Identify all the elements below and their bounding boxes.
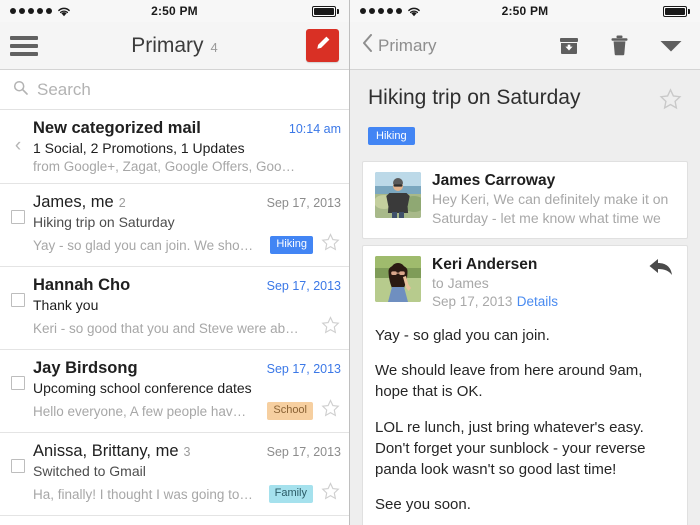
message-count: 2 <box>118 196 126 210</box>
message-recipients: to James <box>432 274 489 291</box>
message-paragraph: Yay - so glad you can join. <box>375 326 550 344</box>
row-snippet: Yay - so glad you can join. We sho… <box>33 237 254 253</box>
compose-button[interactable] <box>306 29 339 62</box>
status-bar-clock: 2:50 PM <box>501 4 549 18</box>
label-chip[interactable]: Hiking <box>270 236 313 254</box>
row-date: Sep 17, 2013 <box>266 445 341 459</box>
star-outline-icon[interactable] <box>319 316 341 340</box>
search-bar[interactable]: Search <box>0 70 349 110</box>
row-lead <box>8 359 28 423</box>
row-checkbox[interactable] <box>11 459 25 473</box>
label-chip[interactable]: School <box>267 402 313 420</box>
row-date: Sep 17, 2013 <box>266 362 341 376</box>
thread-labels: Hiking <box>368 126 682 145</box>
chevron-left-icon <box>362 34 373 57</box>
inbox-title-group: Primary 4 <box>0 34 349 58</box>
row-date: 10:14 am <box>288 122 341 136</box>
archive-icon[interactable] <box>558 36 580 56</box>
status-bar-clock: 2:50 PM <box>151 4 198 18</box>
row-body: Anissa, Brittany, me 3 Sep 17, 2013 Swit… <box>33 442 341 506</box>
back-label: Primary <box>378 35 437 55</box>
message-date: Sep 17, 2013 <box>432 293 513 309</box>
row-snippet: from Google+, Zagat, Google Offers, Goo… <box>33 159 296 174</box>
message-paragraph: See you soon. <box>375 496 471 514</box>
row-snippet: Keri - so good that you and Steve were a… <box>33 320 299 336</box>
list-item[interactable]: James, me 2 Sep 17, 2013 Hiking trip on … <box>0 184 349 267</box>
thread-subject: Hiking trip on Saturday <box>368 86 581 109</box>
inbox-screen: 2:50 PM Primary 4 Search ‹ New categoriz… <box>0 0 350 525</box>
message-count: 3 <box>183 445 191 459</box>
label-chip[interactable]: Family <box>268 485 313 503</box>
row-body: Jay Birdsong Sep 17, 2013 Upcoming schoo… <box>33 359 341 423</box>
star-outline-icon[interactable] <box>319 482 341 506</box>
conversation-actions <box>558 35 688 56</box>
row-subject: Switched to Gmail <box>33 463 146 479</box>
avatar <box>375 172 421 218</box>
search-icon <box>13 80 28 100</box>
status-bar-left: 2:50 PM <box>0 0 349 22</box>
row-date: Sep 17, 2013 <box>266 279 341 293</box>
row-checkbox[interactable] <box>11 293 25 307</box>
row-snippet: Ha, finally! I thought I was going to… <box>33 486 253 502</box>
hamburger-menu-icon[interactable] <box>10 35 38 56</box>
thread-header: Hiking trip on Saturday Hiking <box>350 70 700 155</box>
list-item[interactable]: Anissa, Brittany, me 3 Sep 17, 2013 Swit… <box>0 433 349 516</box>
row-snippet: Hello everyone, A few people hav… <box>33 403 247 419</box>
label-chip[interactable]: Hiking <box>368 127 415 145</box>
status-bar-right: 2:50 PM <box>350 0 700 22</box>
message-preview-line-1: Hey Keri, We can definitely make it on <box>432 191 669 207</box>
message-preview-line-2: Saturday - let me know what time we <box>432 209 661 226</box>
page-title: Primary <box>131 33 204 57</box>
conversation-navbar: Primary <box>350 22 700 70</box>
inbox-navbar: Primary 4 <box>0 22 349 70</box>
back-button[interactable]: Primary <box>362 34 437 57</box>
message-paragraph: We should leave from here around 9am, ho… <box>375 361 643 401</box>
compose-pencil-icon <box>314 35 331 57</box>
chevron-down-icon[interactable] <box>659 39 683 53</box>
row-body: New categorized mail 10:14 am 1 Social, … <box>33 119 341 174</box>
row-checkbox[interactable] <box>11 210 25 224</box>
row-subject: Thank you <box>33 297 99 313</box>
trash-icon[interactable] <box>610 35 629 56</box>
row-subject: Upcoming school conference dates <box>33 380 252 396</box>
reply-arrow-icon[interactable] <box>642 256 675 311</box>
sender-name: Jay Birdsong <box>33 359 138 377</box>
row-subject: 1 Social, 2 Promotions, 1 Updates <box>33 140 245 156</box>
star-outline-icon[interactable] <box>319 233 341 257</box>
search-input[interactable]: Search <box>37 80 91 100</box>
conversation-screen: 2:50 PM Primary Hiking trip on Saturday … <box>350 0 700 525</box>
row-lead <box>8 276 28 340</box>
sender-name: New categorized mail <box>33 119 201 137</box>
message-sender: Keri Andersen <box>432 255 538 273</box>
avatar <box>375 255 421 302</box>
row-body: James, me 2 Sep 17, 2013 Hiking trip on … <box>33 193 341 257</box>
row-lead <box>8 442 28 506</box>
list-item[interactable]: ‹ New categorized mail 10:14 am 1 Social… <box>0 110 349 184</box>
row-body: Hannah Cho Sep 17, 2013 Thank you Keri -… <box>33 276 341 340</box>
sender-name: Anissa, Brittany, me <box>33 442 179 460</box>
details-link[interactable]: Details <box>517 294 558 309</box>
mail-list: ‹ New categorized mail 10:14 am 1 Social… <box>0 110 349 516</box>
unread-count: 4 <box>210 39 218 55</box>
message-paragraph: LOL re lunch, just bring whatever's easy… <box>375 418 646 479</box>
message-card-collapsed[interactable]: James Carroway Hey Keri, We can definite… <box>362 161 688 239</box>
chevron-left-icon[interactable]: ‹ <box>15 136 21 155</box>
message-sender: James Carroway <box>432 172 556 189</box>
row-date: Sep 17, 2013 <box>266 196 341 210</box>
list-item[interactable]: Jay Birdsong Sep 17, 2013 Upcoming schoo… <box>0 350 349 433</box>
row-checkbox[interactable] <box>11 376 25 390</box>
row-lead: ‹ <box>8 119 28 174</box>
dual-phone-screenshot: 2:50 PM Primary 4 Search ‹ New categoriz… <box>0 0 700 525</box>
row-subject: Hiking trip on Saturday <box>33 214 175 230</box>
sender-name: James, me <box>33 193 114 211</box>
message-body: Yay - so glad you can join. We should le… <box>363 321 687 525</box>
list-item[interactable]: Hannah Cho Sep 17, 2013 Thank you Keri -… <box>0 267 349 350</box>
row-lead <box>8 193 28 257</box>
star-outline-icon[interactable] <box>649 86 682 116</box>
star-outline-icon[interactable] <box>319 399 341 423</box>
sender-name: Hannah Cho <box>33 276 131 294</box>
message-card-expanded[interactable]: Keri Andersen to James Sep 17, 2013 Deta… <box>362 244 688 525</box>
